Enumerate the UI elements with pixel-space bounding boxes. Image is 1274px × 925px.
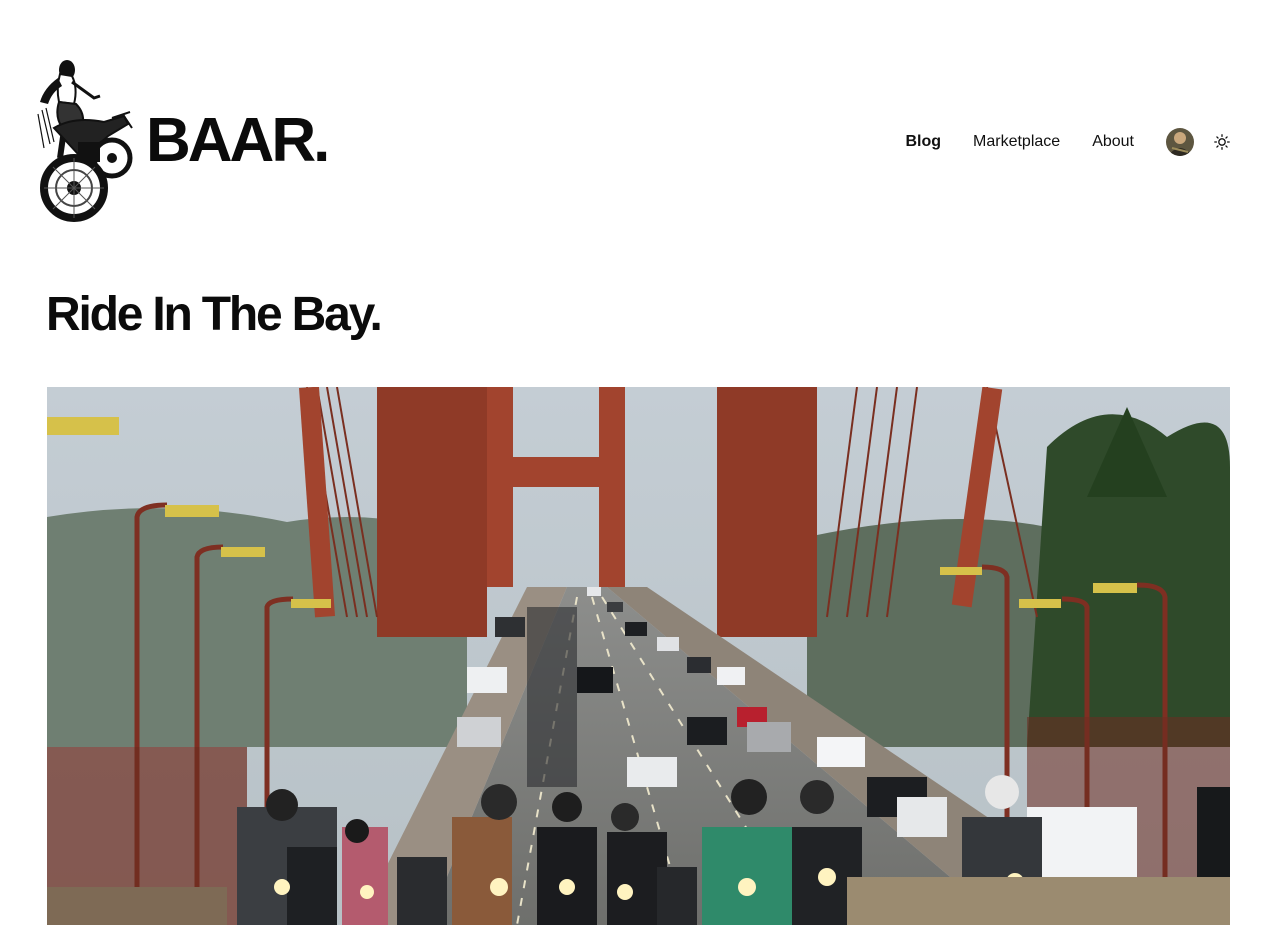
post-title: Ride In The Bay. (46, 288, 383, 341)
avatar[interactable] (1166, 128, 1194, 156)
user-avatar-icon (1166, 128, 1194, 156)
home-link[interactable]: BAAR. (34, 58, 330, 223)
site-header: BAAR. Blog Marketplace About (0, 0, 1274, 250)
golden-gate-riders-photo (47, 387, 1230, 925)
nav-marketplace[interactable]: Marketplace (973, 127, 1060, 157)
nav-blog[interactable]: Blog (905, 127, 941, 157)
sun-icon (1214, 134, 1230, 150)
site-title: BAAR. (146, 105, 330, 175)
nav-about[interactable]: About (1092, 127, 1134, 157)
theme-toggle-button[interactable] (1214, 134, 1230, 150)
main-nav: Blog Marketplace About (905, 127, 1230, 157)
motorcycle-rider-logo (37, 60, 133, 222)
hero-image (47, 387, 1230, 925)
